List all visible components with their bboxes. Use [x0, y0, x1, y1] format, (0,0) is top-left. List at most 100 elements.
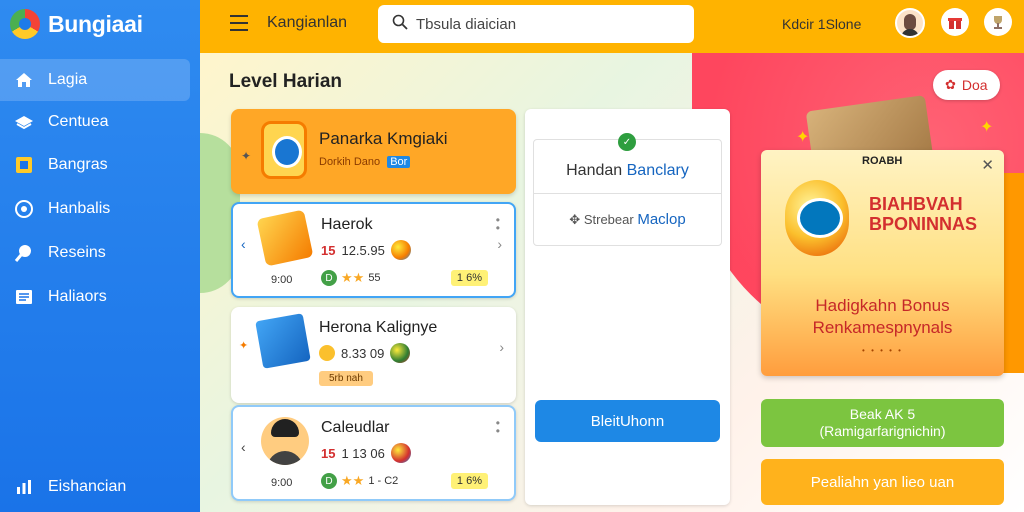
- game-thumbnail: [256, 209, 314, 267]
- game-chip-text: 55: [368, 272, 381, 284]
- ball-icon: [390, 443, 411, 463]
- game-meta: 15 1 13 06: [321, 443, 411, 463]
- sparkle-icon: ✦: [241, 149, 252, 163]
- featured-game-icon: [261, 121, 307, 179]
- promo-card: ROABH ✕ BIAHBVAH BPONINNAS Hadigkahn Bon…: [761, 150, 1004, 376]
- promo-label: ROABH: [862, 155, 903, 167]
- game-meta-number: 15: [321, 445, 336, 461]
- game-chips: D ★★ 1 - C2: [321, 473, 398, 489]
- more-icon[interactable]: • •: [496, 214, 500, 234]
- chevron-right-icon[interactable]: ›: [497, 236, 502, 252]
- chart-icon: [14, 477, 34, 497]
- game-chip-right: 1 6%: [450, 473, 488, 489]
- more-icon[interactable]: • •: [496, 417, 500, 437]
- details-title: Handan Banclary: [534, 162, 721, 180]
- chevron-left-icon[interactable]: ‹: [241, 236, 246, 252]
- divider: [534, 193, 721, 194]
- status-text: Kdcir 1Slone: [782, 16, 862, 32]
- trophy-icon[interactable]: [984, 8, 1012, 36]
- sidebar-item-award[interactable]: Hanbalis: [0, 188, 190, 230]
- sidebar-item-layers[interactable]: Centuea: [0, 101, 190, 143]
- sidebar: Bungiaai Lagia Centuea Bangras Hanbalis: [0, 0, 200, 512]
- close-icon[interactable]: ✕: [981, 156, 994, 174]
- search-input[interactable]: [416, 15, 666, 33]
- game-chips: D ★★ 55: [321, 270, 381, 286]
- game-card[interactable]: ‹ Caleudlar 15 1 13 06 9:00 D ★★ 1 - C2 …: [231, 405, 516, 501]
- claim-bonus-line2: (Ramigarfarignichin): [819, 423, 946, 439]
- game-chip-left: D: [321, 270, 337, 286]
- promo-headline-1: BIAHBVAH: [869, 194, 963, 214]
- bonus-coin-icon: [785, 180, 849, 256]
- doa-badge-label: Doa: [961, 77, 988, 93]
- chevron-right-icon[interactable]: ›: [499, 339, 504, 355]
- sidebar-item-label: Hanbalis: [48, 200, 111, 217]
- brand[interactable]: Bungiaai: [10, 7, 143, 41]
- game-title: Haerok: [321, 216, 373, 233]
- user-avatar[interactable]: [895, 8, 925, 38]
- game-card[interactable]: ‹ Haerok 15 12.5.95 9:00 D ★★ 55 1 6% • •…: [231, 202, 516, 298]
- claim-bonus-line1: Beak AK 5: [849, 406, 916, 422]
- award-icon: [14, 199, 34, 219]
- brand-name: Bungiaai: [48, 10, 143, 37]
- primary-action-button[interactable]: BleitUhonn: [535, 400, 720, 442]
- sidebar-item-home[interactable]: Lagia: [0, 59, 190, 101]
- star-icon: ★★: [341, 473, 365, 488]
- game-meta-value: 1 13 06: [341, 445, 385, 461]
- sidebar-item-label: Centuea: [48, 113, 109, 130]
- game-meta: 15 12.5.95: [321, 240, 411, 260]
- game-card[interactable]: ✦ Herona Kalignye 8.33 09 5rb nah ›: [231, 307, 516, 403]
- featured-subtitle: Dorkih Dano Bor: [319, 156, 411, 168]
- promo-body: Hadigkahn Bonus Renkamespnynals: [761, 295, 1004, 339]
- layers-icon: [14, 112, 34, 132]
- doa-badge[interactable]: ✿ Doa: [933, 70, 1000, 100]
- chevron-left-icon[interactable]: ‹: [241, 439, 246, 455]
- check-icon: ✓: [618, 133, 636, 151]
- sidebar-item-tag[interactable]: Bangras: [0, 144, 190, 186]
- game-chip-text: 1 - C2: [368, 475, 399, 487]
- promo-headline-2: BPONINNAS: [869, 214, 978, 234]
- sparkle-icon: ✦: [980, 119, 994, 136]
- main-content: Level Harian ✿ Doa ✦ Panarka Kmgiaki Dor…: [200, 53, 1024, 512]
- sidebar-item-list[interactable]: Haliaors: [0, 276, 190, 318]
- sidebar-item-label: Lagia: [48, 71, 88, 88]
- sidebar-item-search[interactable]: Reseins: [0, 232, 190, 274]
- details-box: Handan Banclary ✥ Strebear Maclop: [533, 139, 722, 246]
- game-title: Caleudlar: [321, 419, 390, 436]
- gift-icon[interactable]: [941, 8, 969, 36]
- details-sub-b: Maclop: [637, 211, 686, 228]
- search-box[interactable]: [378, 5, 694, 43]
- game-meta-number: 15: [321, 242, 336, 258]
- game-title: Herona Kalignye: [319, 319, 438, 336]
- claim-bonus-button[interactable]: Beak AK 5 (Ramigarfarignichin): [761, 399, 1004, 447]
- search-icon: [392, 14, 408, 35]
- featured-card[interactable]: ✦ Panarka Kmgiaki Dorkih Dano Bor: [231, 109, 516, 194]
- list-icon: [14, 287, 34, 307]
- details-title-b: Banclary: [626, 162, 689, 179]
- home-icon: [14, 70, 34, 90]
- game-thumbnail: [255, 313, 311, 369]
- topbar: Kangianlan Kdcir 1Slone: [200, 0, 1024, 53]
- sidebar-footer-item[interactable]: Eishancian: [0, 466, 190, 508]
- secondary-action-button[interactable]: Pealiahn yan lieo uan: [761, 459, 1004, 505]
- details-panel: Handan Banclary ✥ Strebear Maclop ✓ Blei…: [525, 109, 730, 505]
- sparkle-icon: ✦: [796, 129, 810, 146]
- sidebar-item-label: Bangras: [48, 156, 108, 173]
- details-title-a: Handan: [566, 162, 623, 179]
- app-root: Bungiaai Lagia Centuea Bangras Hanbalis: [0, 0, 1024, 512]
- game-chip-right: 1 6%: [450, 270, 488, 286]
- sidebar-item-label: Reseins: [48, 244, 106, 261]
- page-title: Level Harian: [229, 71, 342, 92]
- flower-icon: ✿: [945, 77, 956, 92]
- promo-headline: BIAHBVAH BPONINNAS: [869, 194, 977, 234]
- game-thumbnail-avatar: [261, 417, 309, 465]
- game-time: 9:00: [271, 274, 293, 286]
- menu-icon[interactable]: [230, 15, 248, 31]
- brand-logo-icon: [10, 9, 40, 39]
- topbar-title: Kangianlan: [267, 14, 348, 31]
- details-sub: ✥ Strebear Maclop: [534, 211, 721, 228]
- featured-subtitle-text: Dorkih Dano: [319, 156, 381, 168]
- featured-title: Panarka Kmgiaki: [319, 129, 448, 148]
- game-chip-left: 5rb nah: [319, 371, 373, 386]
- sidebar-footer-label: Eishancian: [48, 478, 127, 495]
- puzzle-icon: ✥: [569, 212, 581, 227]
